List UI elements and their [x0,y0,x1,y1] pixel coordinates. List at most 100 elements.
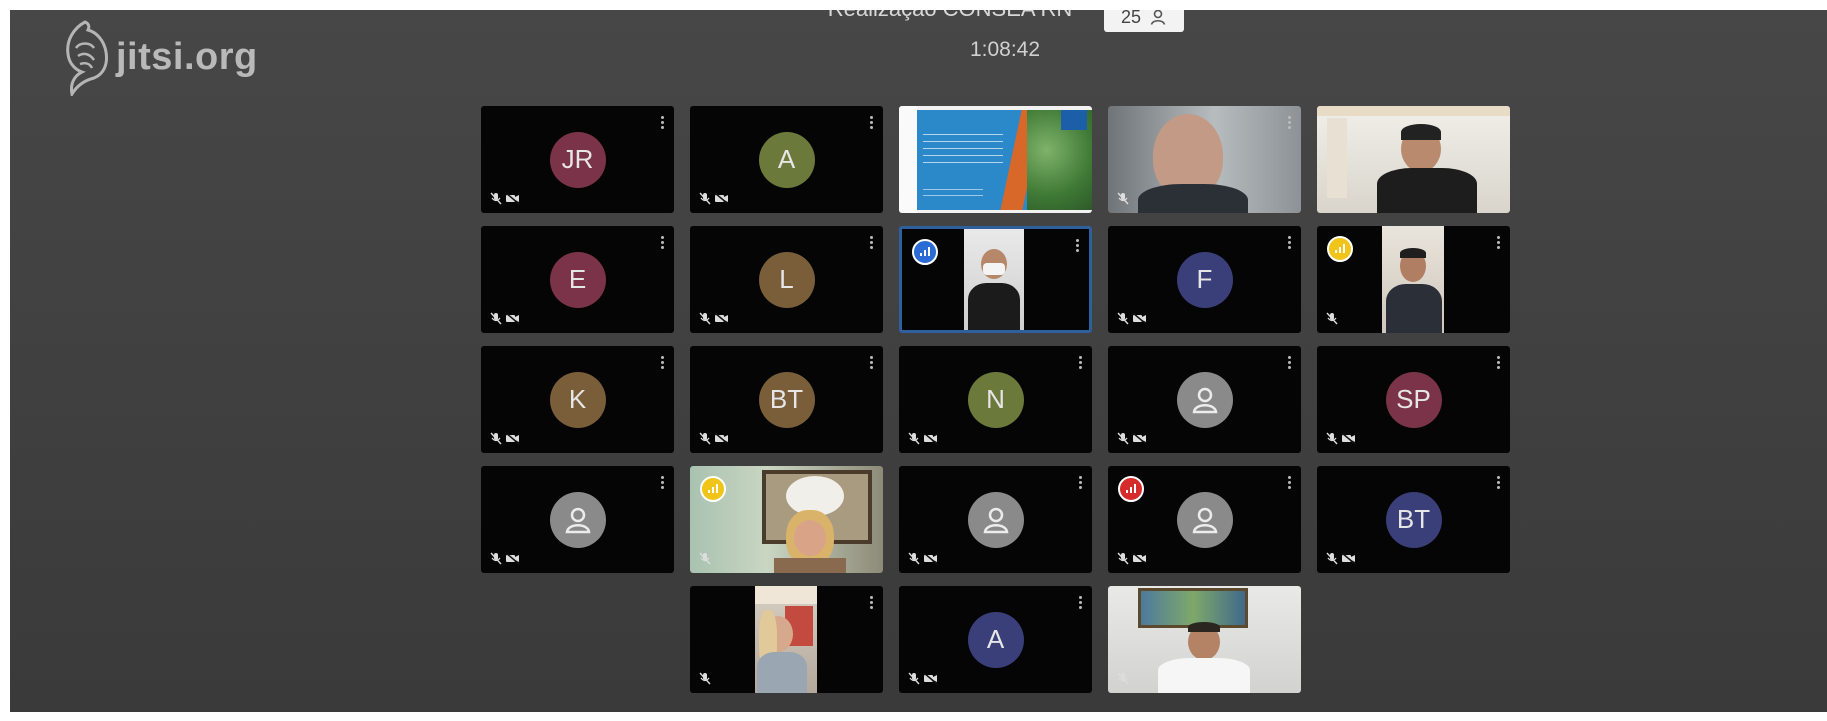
participant-tile-anonymous[interactable] [1108,346,1301,453]
participant-video [1108,586,1301,693]
participant-tile-bt[interactable]: BT [690,346,883,453]
mic-muted-icon [699,312,711,325]
participant-video [755,586,817,693]
more-vertical-icon[interactable] [870,356,873,370]
jitsi-logo-icon [66,20,108,96]
shared-screen-video [899,106,1092,213]
mic-muted-icon [490,312,502,325]
more-vertical-icon[interactable] [1079,596,1082,610]
tile-status [1326,312,1338,325]
connection-indicator-icon[interactable] [700,476,726,502]
participant-tile-a[interactable]: A [899,586,1092,693]
participant-tile-anonymous[interactable] [899,466,1092,573]
more-vertical-icon[interactable] [661,116,664,130]
camera-off-icon [1132,433,1147,444]
participant-tile-bt[interactable]: BT [1317,466,1510,573]
participant-tile-sp[interactable]: SP [1317,346,1510,453]
participant-tile-young-man-table[interactable] [1317,106,1510,213]
user-icon [967,491,1024,548]
mic-muted-icon [1117,312,1129,325]
participant-avatar: K [549,371,606,428]
participants-count: 25 [1120,10,1142,27]
tile-status [908,672,938,685]
participant-avatar: A [967,611,1024,668]
more-vertical-icon[interactable] [1288,476,1291,490]
more-vertical-icon[interactable] [1497,356,1500,370]
tile-status [490,312,520,325]
mic-muted-icon [1117,552,1129,565]
camera-off-icon [714,193,729,204]
participant-tile-man-white-shirt[interactable] [1108,586,1301,693]
participants-badge[interactable]: 25 [1104,10,1184,32]
more-vertical-icon[interactable] [661,476,664,490]
more-vertical-icon[interactable] [1076,239,1079,253]
tile-status [1117,192,1129,205]
meeting-title: Realização CONSEA RN [785,10,1115,22]
camera-off-icon [714,313,729,324]
logo-text: jitsi.org [116,35,258,78]
participant-tile-jr[interactable]: JR [481,106,674,213]
camera-off-icon [714,433,729,444]
participant-tile-l[interactable]: L [690,226,883,333]
camera-off-icon [923,673,938,684]
more-vertical-icon[interactable] [1288,116,1291,130]
camera-off-icon [1132,313,1147,324]
participant-tile-n[interactable]: N [899,346,1092,453]
participant-tile-k[interactable]: K [481,346,674,453]
connection-indicator-icon[interactable] [1118,476,1144,502]
mic-muted-icon [1326,552,1338,565]
participant-avatar: SP [1385,371,1442,428]
participant-tile-presentation[interactable] [899,106,1092,213]
camera-off-icon [923,553,938,564]
more-vertical-icon[interactable] [1079,476,1082,490]
participant-tile-masked-speaker[interactable] [899,226,1092,333]
participant-tile-anonymous[interactable] [481,466,674,573]
more-vertical-icon[interactable] [1079,356,1082,370]
more-vertical-icon[interactable] [1288,356,1291,370]
conference-timer: 1:08:42 [969,38,1041,61]
more-vertical-icon[interactable] [870,596,873,610]
camera-off-icon [1341,553,1356,564]
participant-video [1108,106,1301,213]
participant-tile-anonymous[interactable] [1108,466,1301,573]
more-vertical-icon[interactable] [661,236,664,250]
participant-avatar: N [967,371,1024,428]
participant-tile-woman-blonde[interactable] [690,466,883,573]
more-vertical-icon[interactable] [870,236,873,250]
participant-tile-a[interactable]: A [690,106,883,213]
user-icon [549,491,606,548]
mic-muted-icon [908,432,920,445]
tile-status [1117,432,1147,445]
participant-tile-man-glasses[interactable] [1108,106,1301,213]
participant-avatar: JR [549,131,606,188]
more-vertical-icon[interactable] [1288,236,1291,250]
tile-status [908,432,938,445]
more-vertical-icon[interactable] [1497,476,1500,490]
tile-status [490,192,520,205]
more-vertical-icon[interactable] [870,116,873,130]
mic-muted-icon [699,672,711,685]
participant-video [1382,226,1444,333]
participant-tile-e[interactable]: E [481,226,674,333]
jitsi-logo[interactable]: jitsi.org [60,18,258,96]
participant-avatar: F [1176,251,1233,308]
participant-tile-woman-portrait[interactable] [690,586,883,693]
camera-off-icon [1341,433,1356,444]
user-icon [1176,371,1233,428]
tile-status [699,312,729,325]
camera-off-icon [505,313,520,324]
participant-tile-young-man-yellow[interactable] [1317,226,1510,333]
more-vertical-icon[interactable] [1497,236,1500,250]
camera-off-icon [505,193,520,204]
camera-off-icon [1132,553,1147,564]
camera-off-icon [505,433,520,444]
more-vertical-icon[interactable] [661,356,664,370]
connection-indicator-icon[interactable] [912,239,938,265]
participant-tile-f[interactable]: F [1108,226,1301,333]
participant-avatar: L [758,251,815,308]
mic-muted-icon [699,432,711,445]
mic-muted-icon [1326,312,1338,325]
tile-status [1326,432,1356,445]
connection-indicator-icon[interactable] [1327,236,1353,262]
mic-muted-icon [490,432,502,445]
